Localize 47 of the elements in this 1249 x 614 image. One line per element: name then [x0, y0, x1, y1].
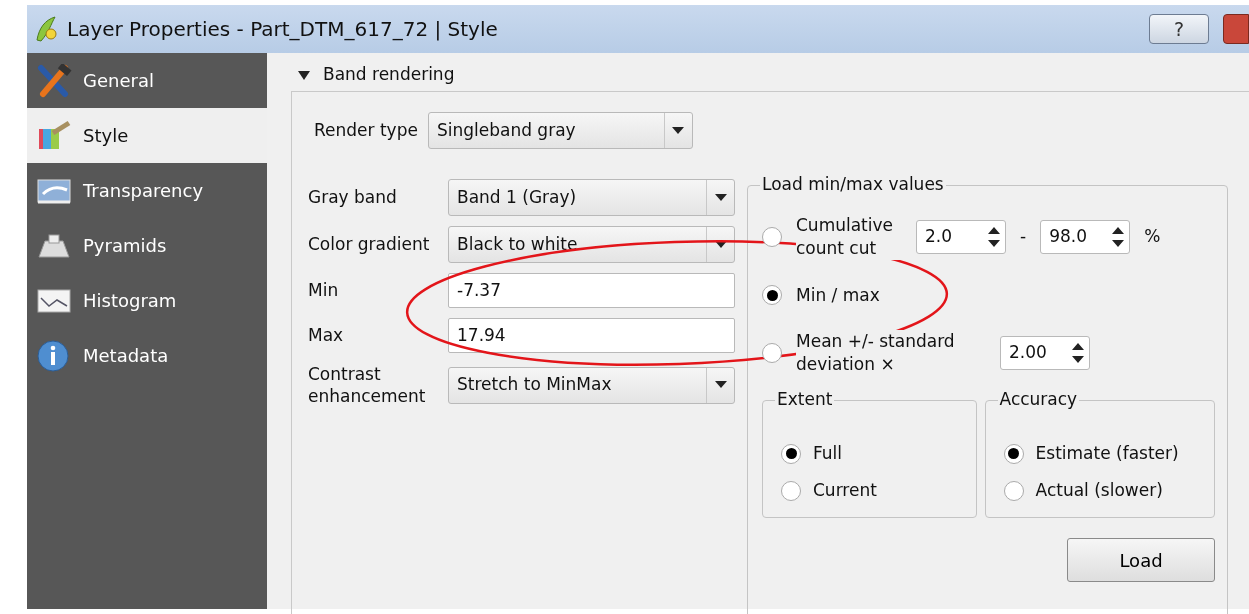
- input-field[interactable]: 17.94: [448, 318, 735, 353]
- window-title: Layer Properties - Part_DTM_617_72 | Style: [67, 16, 498, 43]
- sidebar-item[interactable]: Style: [27, 108, 267, 163]
- tools-icon: [35, 63, 73, 98]
- radio-button[interactable]: [1003, 480, 1024, 501]
- sidebar-item[interactable]: Transparency: [27, 163, 267, 218]
- sidebar-item[interactable]: Metadata: [27, 328, 267, 383]
- radio-button[interactable]: [781, 480, 801, 501]
- field-label: Render type: [314, 118, 418, 142]
- spin-box[interactable]: 2.00: [1000, 336, 1090, 370]
- caret-icon: [714, 381, 727, 390]
- sidebar-item[interactable]: Histogram: [27, 273, 267, 328]
- help-button[interactable]: ?: [1149, 14, 1209, 44]
- dropdown[interactable]: Singleband gray: [427, 112, 693, 149]
- dropdown[interactable]: Stretch to MinMax: [448, 366, 735, 404]
- collapse-icon[interactable]: [297, 69, 311, 81]
- section-title: Band rendering: [323, 63, 455, 87]
- option-label: Current: [813, 478, 877, 502]
- radio-button[interactable]: [762, 343, 782, 363]
- radio-button[interactable]: [781, 443, 801, 464]
- field-label: Gray band: [308, 186, 398, 209]
- separator-text: -: [1020, 225, 1027, 249]
- app-icon: [33, 14, 59, 44]
- caret-icon: [714, 240, 727, 249]
- field-label: Max: [308, 324, 345, 347]
- option-label: Full: [813, 441, 843, 465]
- unit-label: %: [1144, 225, 1161, 249]
- caret-icon: [714, 193, 727, 202]
- load-button[interactable]: Load: [1067, 538, 1215, 582]
- input-field[interactable]: -7.37: [448, 273, 735, 308]
- radio-button[interactable]: [762, 285, 782, 305]
- option-label: Cumulative count cut: [796, 214, 902, 260]
- field-label: Min: [308, 279, 340, 302]
- sidebar-item[interactable]: Pyramids: [27, 218, 267, 273]
- option-label: Estimate (faster): [1035, 441, 1179, 465]
- spin-box[interactable]: 98.0: [1040, 220, 1131, 254]
- dropdown[interactable]: Black to white: [448, 226, 735, 263]
- caret-icon: [672, 126, 685, 135]
- radio-button[interactable]: [1003, 443, 1024, 464]
- spin-box[interactable]: 2.0: [916, 220, 1006, 254]
- option-label: Actual (slower): [1035, 478, 1163, 502]
- field-label: Color gradient: [308, 233, 431, 256]
- close-button[interactable]: [1223, 14, 1249, 44]
- sidebar-item[interactable]: General: [27, 53, 267, 108]
- dropdown[interactable]: Band 1 (Gray): [448, 179, 735, 216]
- radio-button[interactable]: [762, 227, 782, 247]
- field-label: Contrast enhancement: [308, 363, 427, 408]
